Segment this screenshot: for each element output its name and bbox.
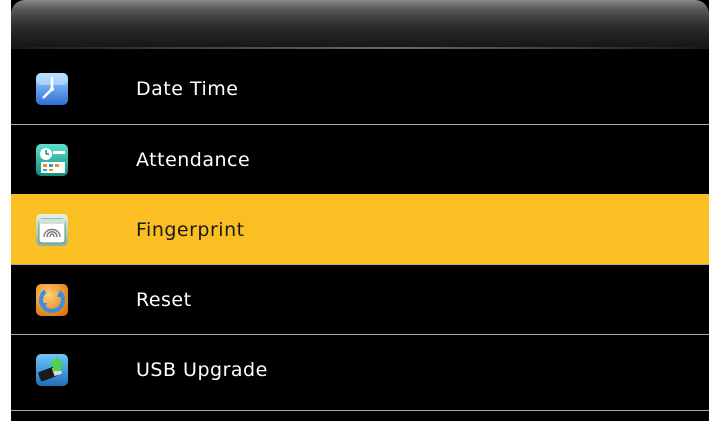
menu-item-usb-upgrade[interactable]: USB Upgrade: [11, 334, 709, 404]
device-screen: Date Time Attendance Fingerprint Reset U…: [11, 0, 709, 421]
menu-item-date-time[interactable]: Date Time: [11, 53, 709, 124]
menu-item-label: Attendance: [136, 148, 251, 171]
menu-item-label: Fingerprint: [136, 218, 245, 241]
title-bar-sheen: [11, 47, 709, 49]
usb-upgrade-icon: [36, 353, 68, 386]
reset-icon: [36, 283, 68, 316]
menu-list: Date Time Attendance Fingerprint Reset U…: [11, 53, 709, 404]
menu-item-fingerprint[interactable]: Fingerprint: [11, 194, 709, 264]
menu-item-reset[interactable]: Reset: [11, 264, 709, 334]
bottom-divider: [11, 410, 709, 411]
menu-item-label: Date Time: [136, 77, 239, 100]
fingerprint-icon: [36, 213, 68, 246]
date-time-icon: [36, 72, 68, 105]
menu-item-attendance[interactable]: Attendance: [11, 124, 709, 194]
menu-item-label: Reset: [136, 288, 192, 311]
title-bar: [11, 0, 709, 49]
attendance-icon: [36, 143, 68, 176]
menu-item-label: USB Upgrade: [136, 358, 268, 381]
